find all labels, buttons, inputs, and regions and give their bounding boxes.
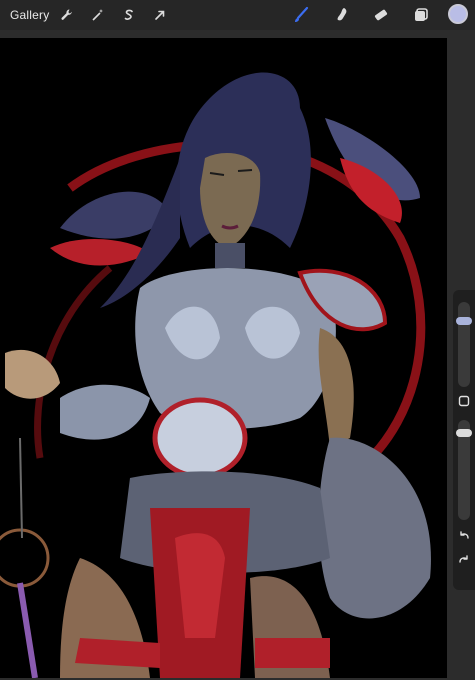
redo-icon[interactable] (456, 552, 472, 568)
canvas-area[interactable] (0, 30, 475, 680)
gallery-button[interactable]: Gallery (10, 8, 49, 22)
brush-opacity-slider[interactable] (456, 420, 472, 520)
side-toolbar (453, 290, 475, 590)
top-toolbar: Gallery (0, 0, 475, 30)
brush-size-thumb[interactable] (456, 317, 472, 326)
eraser-icon[interactable] (370, 4, 392, 26)
brush-size-slider[interactable] (456, 302, 472, 387)
brush-icon[interactable] (290, 4, 312, 26)
undo-icon[interactable] (456, 528, 472, 544)
artwork-canvas[interactable] (0, 38, 447, 678)
magic-wand-icon[interactable] (88, 5, 108, 25)
transform-arrow-icon[interactable] (150, 5, 170, 25)
brush-opacity-thumb[interactable] (456, 429, 472, 438)
wrench-icon[interactable] (57, 5, 77, 25)
modify-square-icon[interactable] (458, 395, 470, 407)
selection-icon[interactable] (119, 5, 139, 25)
color-picker-swatch[interactable] (448, 4, 468, 24)
layers-icon[interactable] (410, 4, 432, 26)
smudge-icon[interactable] (331, 4, 353, 26)
artwork-illustration (0, 38, 447, 678)
